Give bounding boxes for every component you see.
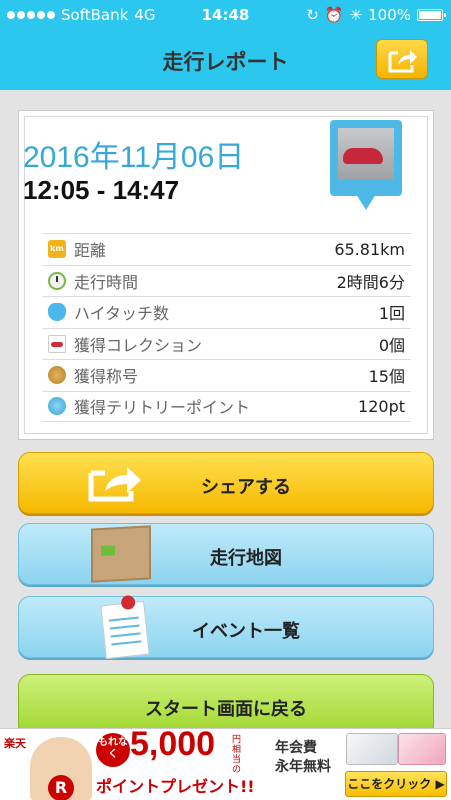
ad-amount-suffix: 円相当の bbox=[232, 735, 242, 775]
stat-value: 120pt bbox=[358, 396, 405, 416]
share-arrow-icon bbox=[388, 50, 417, 73]
nav-bar: 走行レポート bbox=[0, 31, 451, 90]
ad-brand-logo: 楽天 bbox=[4, 737, 26, 750]
back-to-start-button-label: スタート画面に戻る bbox=[145, 699, 307, 720]
alarm-icon: ⏰ bbox=[324, 6, 344, 24]
back-to-start-button[interactable]: スタート画面に戻る bbox=[18, 674, 434, 736]
stat-row-titles: 獲得称号 15個 bbox=[42, 359, 411, 391]
ad-fee-line1: 年会費 bbox=[275, 740, 317, 756]
stat-label: 距離 bbox=[74, 241, 107, 261]
stat-value: 1回 bbox=[378, 304, 405, 324]
battery-percent: 100% bbox=[368, 6, 411, 24]
ad-banner[interactable]: 楽天 R もれなく 5,000 円相当の ポイントプレゼント!! 年会費 永年無… bbox=[0, 725, 451, 800]
stat-value: 65.81km bbox=[334, 239, 405, 259]
ad-click-here-button[interactable]: ここをクリック ▶ bbox=[345, 771, 447, 797]
stat-label: 走行時間 bbox=[74, 272, 139, 292]
stat-row-drive-time: 走行時間 2時間6分 bbox=[42, 264, 411, 297]
stat-row-high-touch: ハイタッチ数 1回 bbox=[42, 296, 411, 328]
event-list-button-label: イベント一覧 bbox=[192, 621, 300, 642]
drive-map-button[interactable]: 走行地図 bbox=[18, 523, 434, 585]
drive-map-button-label: 走行地図 bbox=[210, 548, 282, 569]
ad-fee-text: 年会費 永年無料 bbox=[275, 739, 331, 777]
high-touch-hand-icon bbox=[48, 303, 66, 322]
stat-row-collection: 獲得コレクション 0個 bbox=[42, 327, 411, 360]
battery-icon bbox=[417, 9, 446, 21]
stat-value: 15個 bbox=[368, 367, 405, 387]
ad-present-text: ポイントプレゼント!! bbox=[96, 777, 255, 796]
share-button-label: シェアする bbox=[201, 477, 291, 498]
spot-icon bbox=[48, 397, 66, 416]
share-button[interactable]: シェアする bbox=[18, 452, 434, 514]
car-photo-pin-icon[interactable] bbox=[330, 120, 402, 214]
stat-label: 獲得コレクション bbox=[74, 335, 203, 355]
bluetooth-icon: ✳ bbox=[349, 6, 363, 24]
stat-row-distance: 距離 65.81km bbox=[42, 233, 411, 265]
title-medal-icon bbox=[48, 366, 66, 385]
report-date: 2016年11月06日 bbox=[23, 141, 245, 174]
ad-mascot-letter: R bbox=[48, 775, 74, 800]
ad-amount: 5,000 bbox=[130, 725, 216, 763]
status-bar: SoftBank 4G 14:48 ↻ ⏰ ✳ 100% bbox=[0, 0, 451, 31]
event-list-button[interactable]: イベント一覧 bbox=[18, 594, 434, 660]
stat-value: 2時間6分 bbox=[336, 272, 405, 292]
stat-label: 獲得テリトリーポイント bbox=[74, 398, 251, 418]
ad-mascot-image: R bbox=[30, 737, 92, 800]
orientation-lock-icon: ↻ bbox=[306, 6, 319, 24]
clock-icon bbox=[48, 271, 66, 290]
stat-value: 0個 bbox=[378, 335, 405, 355]
stat-label: 獲得称号 bbox=[74, 367, 139, 387]
report-time-range: 12:05 - 14:47 bbox=[23, 175, 180, 205]
ad-credit-cards-image bbox=[346, 733, 446, 767]
ad-fee-line2: 永年無料 bbox=[275, 759, 331, 775]
stat-row-territory: 獲得テリトリーポイント 120pt bbox=[42, 390, 411, 422]
car-collection-icon bbox=[48, 334, 66, 353]
stats-list: 距離 65.81km 走行時間 2時間6分 ハイタッチ数 1回 獲得コレクション… bbox=[42, 233, 411, 422]
header-share-button[interactable] bbox=[376, 39, 428, 79]
stat-label: ハイタッチ数 bbox=[74, 304, 170, 324]
ad-badge: もれなく bbox=[96, 733, 130, 767]
km-icon bbox=[48, 240, 66, 259]
